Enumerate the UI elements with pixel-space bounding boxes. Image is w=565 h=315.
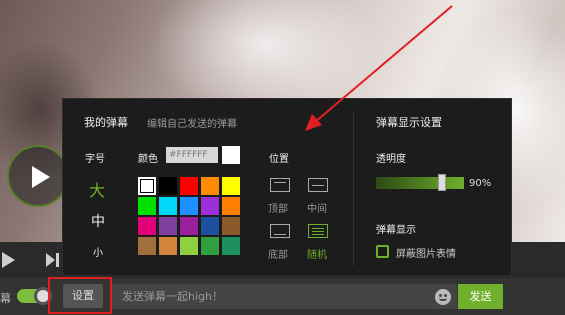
opacity-value: 90% [469, 178, 492, 189]
color-swatch[interactable] [201, 197, 219, 215]
color-swatch[interactable] [201, 217, 219, 235]
danmu-settings-panel: 我的弹幕 编辑自己发送的弹幕 字号 大 中 小 颜色 #FFFFFF 位置 顶部… [62, 98, 512, 276]
opacity-slider-handle[interactable] [438, 174, 447, 191]
position-label: 位置 [269, 154, 289, 165]
divider [353, 111, 354, 266]
position-middle-icon[interactable] [308, 178, 328, 192]
color-swatch[interactable] [201, 237, 219, 255]
position-random-icon[interactable] [308, 224, 328, 238]
danmu-toggle[interactable] [17, 287, 52, 305]
color-swatch[interactable] [222, 197, 240, 215]
color-swatch[interactable] [138, 197, 156, 215]
color-swatch[interactable] [222, 217, 240, 235]
color-swatch[interactable] [159, 217, 177, 235]
color-swatch[interactable] [138, 217, 156, 235]
highlight-box [48, 277, 112, 314]
position-bottom-label[interactable]: 底部 [268, 246, 288, 261]
color-swatch[interactable] [180, 237, 198, 255]
play-icon [32, 166, 50, 188]
block-image-label[interactable]: 屏蔽图片表情 [396, 245, 456, 260]
opacity-slider[interactable] [376, 177, 464, 189]
send-button[interactable]: 发送 [458, 284, 503, 309]
font-size-large[interactable]: 大 [89, 177, 105, 201]
danmu-input[interactable]: 发送弹幕一起high！ [112, 284, 457, 309]
color-swatch[interactable] [222, 237, 240, 255]
color-swatch[interactable] [222, 177, 240, 195]
current-color-swatch [222, 146, 240, 164]
color-swatch[interactable] [138, 237, 156, 255]
big-play-button[interactable] [7, 145, 69, 207]
position-middle-label[interactable]: 中间 [307, 200, 327, 215]
display-settings-title: 弹幕显示设置 [376, 116, 442, 129]
play-icon[interactable] [2, 252, 15, 268]
position-top-label[interactable]: 顶部 [268, 200, 288, 215]
color-swatch[interactable] [159, 177, 177, 195]
color-swatch[interactable] [180, 217, 198, 235]
color-swatch[interactable] [180, 177, 198, 195]
color-swatch[interactable] [159, 197, 177, 215]
opacity-label: 透明度 [376, 154, 406, 165]
font-size-medium[interactable]: 中 [91, 211, 105, 231]
color-label: 颜色 [138, 154, 158, 165]
font-size-label: 字号 [85, 154, 105, 165]
danmu-label: 幕 [0, 292, 11, 305]
color-hex-input[interactable]: #FFFFFF [166, 147, 218, 163]
panel-title: 我的弹幕 [84, 116, 128, 129]
danmu-display-label: 弹幕显示 [376, 225, 416, 236]
color-swatch[interactable] [201, 177, 219, 195]
color-swatch[interactable] [180, 197, 198, 215]
font-size-small[interactable]: 小 [93, 244, 103, 259]
position-random-label[interactable]: 随机 [307, 246, 327, 261]
block-image-checkbox[interactable] [376, 245, 389, 258]
emoji-icon[interactable] [435, 289, 451, 305]
next-icon[interactable] [46, 253, 60, 267]
color-swatch[interactable] [138, 177, 156, 195]
color-swatch[interactable] [159, 237, 177, 255]
position-bottom-icon[interactable] [270, 224, 290, 238]
panel-subtitle: 编辑自己发送的弹幕 [147, 119, 237, 130]
position-top-icon[interactable] [270, 178, 290, 192]
